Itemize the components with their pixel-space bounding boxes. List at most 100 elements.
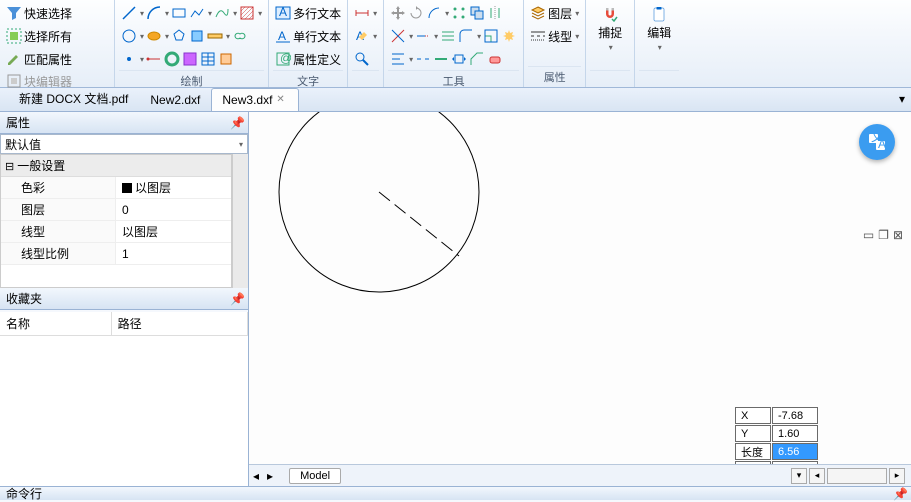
mtext-icon: A [275, 5, 291, 21]
chamfer-icon[interactable] [469, 51, 485, 67]
group-label-props: 属性 [528, 66, 581, 87]
dim-icon[interactable] [354, 5, 370, 21]
hscroll-thumb[interactable] [827, 468, 887, 484]
layers-icon [530, 5, 546, 21]
svg-text:A: A [878, 137, 886, 151]
ribbon-group-text: A多行文本 A单行文本 @属性定义 文字 [269, 0, 348, 87]
ribbon-group-props: 图层▾ 线型▾ 属性 [524, 0, 586, 87]
copy-icon[interactable] [469, 5, 485, 21]
ribbon-group-draw: ▾ ▾ ▾ ▾ ▾ ▾ ▾ ▾ ▾ [115, 0, 269, 87]
close-viewport-icon[interactable]: ⊠ [893, 228, 903, 242]
attdef-button[interactable]: @属性定义 [273, 48, 343, 70]
region-icon[interactable] [189, 28, 205, 44]
prop-row-layer[interactable]: 图层0 [1, 199, 231, 221]
coord-x-value[interactable]: -7.68 [772, 407, 818, 424]
break-icon[interactable] [415, 51, 431, 67]
select-all-button[interactable]: 选择所有 [4, 25, 110, 47]
clipboard-icon [651, 6, 667, 22]
color-swatch [122, 183, 132, 193]
coord-y-value[interactable]: 1.60 [772, 425, 818, 442]
model-tab[interactable]: Model [289, 468, 341, 484]
hatch-icon[interactable] [239, 5, 255, 21]
fillet-icon[interactable] [458, 28, 474, 44]
circle-icon[interactable] [121, 28, 137, 44]
ellipse-icon[interactable] [146, 28, 162, 44]
layout-next-icon[interactable]: ▸ [263, 469, 277, 483]
join-icon[interactable] [433, 51, 449, 67]
layer-button[interactable]: 图层▾ [528, 2, 581, 24]
minimize-viewport-icon[interactable]: ▭ [863, 228, 874, 242]
close-icon[interactable]: ✕ [276, 94, 288, 106]
quick-select-button[interactable]: 快速选择 [4, 2, 110, 24]
array-icon[interactable] [451, 5, 467, 21]
ruler-icon[interactable] [207, 28, 223, 44]
prop-category-general[interactable]: ⊟ 一般设置 [1, 155, 231, 177]
edit-button[interactable]: 编辑▾ [639, 2, 679, 56]
linetype-button[interactable]: 线型▾ [528, 25, 581, 47]
line-icon[interactable] [121, 5, 137, 21]
align-icon[interactable] [390, 51, 406, 67]
translate-fab[interactable]: 文A [859, 124, 895, 160]
arc-icon[interactable] [146, 5, 162, 21]
extend-icon[interactable] [415, 28, 431, 44]
favorites-panel: 名称 路径 [0, 312, 248, 486]
stretch-icon[interactable] [451, 51, 467, 67]
match-props-button[interactable]: 匹配属性 [4, 48, 110, 70]
boundary-icon[interactable] [182, 51, 198, 67]
revcloud-icon[interactable] [232, 28, 248, 44]
donut-icon[interactable] [164, 51, 180, 67]
brush-icon [6, 51, 22, 67]
tab-doc3[interactable]: New3.dxf✕ [211, 88, 299, 111]
filter-icon [6, 5, 22, 21]
fav-col-name[interactable]: 名称 [0, 312, 112, 335]
command-line-title: 命令行 📌 [0, 486, 911, 500]
attdef-icon: @ [275, 51, 291, 67]
drawing-canvas[interactable]: X -7.68 Y 1.60 长度 6.56 角度 321.34 ▭ ❐ ⊠ ◂… [249, 112, 911, 486]
find-icon[interactable] [354, 51, 370, 67]
rotate-icon[interactable] [408, 5, 424, 21]
mirror-icon[interactable] [487, 5, 503, 21]
tab-doc2[interactable]: New2.dxf [139, 88, 211, 111]
favorites-list[interactable] [0, 336, 248, 486]
scrollbar[interactable] [232, 154, 248, 288]
explode-icon[interactable] [501, 28, 517, 44]
hscroll-dropdown[interactable]: ▾ [791, 468, 807, 484]
prop-row-color[interactable]: 色彩以图层 [1, 177, 231, 199]
hscroll-left[interactable]: ◂ [809, 468, 825, 484]
table-icon[interactable] [200, 51, 216, 67]
layout-prev-icon[interactable]: ◂ [249, 469, 263, 483]
tab-doc1[interactable]: 新建 DOCX 文档.pdf [8, 85, 139, 111]
snap-button[interactable]: 捕捉▾ [590, 2, 630, 56]
scale-icon[interactable] [483, 28, 499, 44]
mtext-button[interactable]: A多行文本 [273, 2, 343, 24]
point-icon[interactable] [121, 51, 137, 67]
stext-button[interactable]: A单行文本 [273, 25, 343, 47]
spline-icon[interactable] [214, 5, 230, 21]
select-all-icon [6, 28, 22, 44]
pin-icon[interactable]: 📌 [230, 116, 242, 130]
selection-combo[interactable]: 默认值▾ [0, 134, 248, 154]
ray-icon[interactable] [146, 51, 162, 67]
prop-row-linetype[interactable]: 线型以图层 [1, 221, 231, 243]
pin-icon[interactable]: 📌 [230, 292, 242, 306]
wipeout-icon[interactable] [218, 51, 234, 67]
arc-tool-icon[interactable] [426, 5, 442, 21]
tabs-dropdown[interactable]: ▾ [899, 92, 905, 106]
coord-length-value[interactable]: 6.56 [772, 443, 818, 460]
polyline-icon[interactable] [189, 5, 205, 21]
edit-text-icon[interactable]: A [354, 28, 370, 44]
prop-row-ltscale[interactable]: 线型比例1 [1, 243, 231, 265]
restore-viewport-icon[interactable]: ❐ [878, 228, 889, 242]
coord-x-label: X [735, 407, 771, 424]
ribbon-group-modify: ▾ A▾ [348, 0, 384, 87]
trim-icon[interactable] [390, 28, 406, 44]
pin-icon[interactable]: 📌 [893, 487, 905, 501]
rect-icon[interactable] [171, 5, 187, 21]
erase-icon[interactable] [487, 51, 503, 67]
hscroll-right[interactable]: ▸ [889, 468, 905, 484]
polygon-tool-icon[interactable] [171, 28, 187, 44]
move-icon[interactable] [390, 5, 406, 21]
offset-icon[interactable] [440, 28, 456, 44]
svg-text:@: @ [280, 51, 291, 65]
fav-col-path[interactable]: 路径 [112, 312, 248, 335]
